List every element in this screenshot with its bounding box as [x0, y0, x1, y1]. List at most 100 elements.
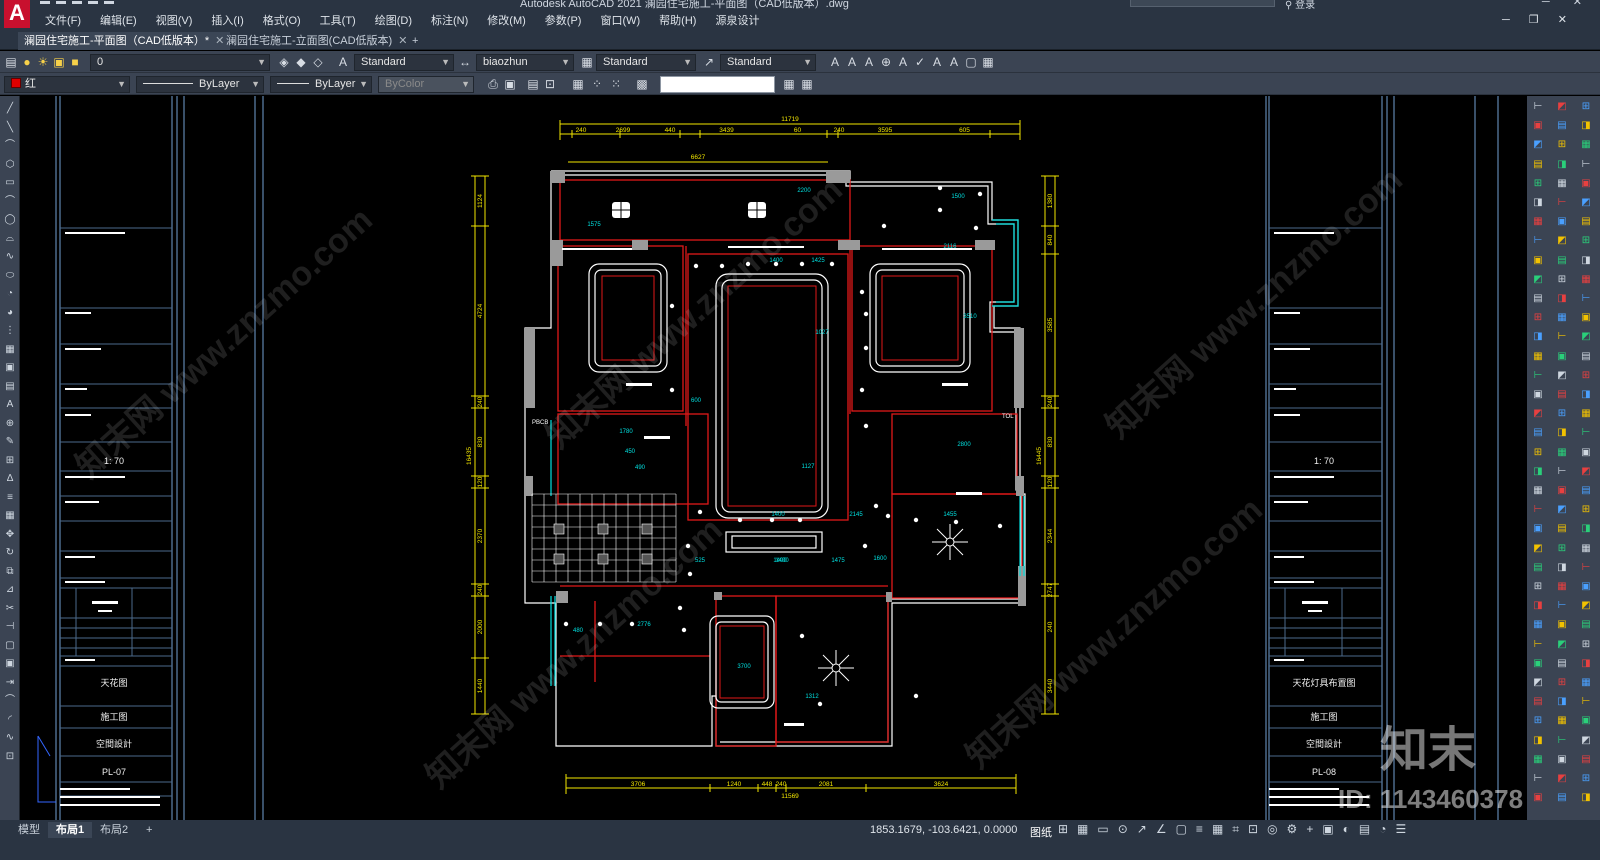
dim-style-icon[interactable]: ↔	[458, 55, 472, 69]
modify-tool-icon[interactable]: ▤	[1531, 292, 1545, 306]
quick-access-toolbar[interactable]: ▬▬▬▬▬	[40, 0, 120, 7]
tab-plan-drawing[interactable]: 澜园住宅施工-平面图（CAD低版本）* ✕	[18, 32, 231, 50]
modify-tool-icon[interactable]: ⊞	[1531, 446, 1545, 460]
table-style-dropdown[interactable]: Standard ▼	[596, 54, 696, 71]
layer-dropdown[interactable]: 0 ▼	[90, 54, 270, 71]
menu-item-file[interactable]: 文件(F)	[45, 12, 81, 28]
modify-tool-icon[interactable]: ⊢	[1555, 196, 1569, 210]
new-tab-button[interactable]: +	[406, 32, 424, 50]
modify-tool-icon[interactable]: ◨	[1579, 657, 1593, 671]
modify-tool-icon[interactable]: ◨	[1579, 254, 1593, 268]
modify-tool-icon[interactable]: ▣	[1555, 484, 1569, 498]
modify-tool-icon[interactable]: ⊞	[1579, 234, 1593, 248]
text-style-icon[interactable]: A	[336, 55, 350, 69]
multileader-style-icon[interactable]: ↗	[702, 55, 716, 69]
modify-tool-icon[interactable]: ◩	[1555, 503, 1569, 517]
modify-tool-icon[interactable]: ▤	[1531, 695, 1545, 709]
grid-toggle-icon[interactable]: ▦	[782, 77, 796, 91]
text-icon[interactable]: A	[828, 55, 842, 69]
draw-tool-icon[interactable]: ⊿	[3, 583, 17, 597]
table-style-icon[interactable]: ▦	[580, 55, 594, 69]
plot-preview-icon[interactable]: ▤	[526, 77, 540, 91]
spell-check-icon[interactable]: ✓	[913, 55, 927, 69]
modify-tool-icon[interactable]: ◩	[1531, 407, 1545, 421]
menu-item-draw[interactable]: 绘图(D)	[375, 12, 412, 28]
modify-tool-icon[interactable]: ◨	[1579, 388, 1593, 402]
workspace-icon[interactable]: ▩	[635, 77, 649, 91]
modify-tool-icon[interactable]: ▣	[1579, 177, 1593, 191]
modify-tool-icon[interactable]: ⊞	[1555, 676, 1569, 690]
modify-tool-icon[interactable]: ◨	[1579, 791, 1593, 805]
modify-tool-icon[interactable]: ▦	[1555, 580, 1569, 594]
modify-tool-icon[interactable]: ◨	[1579, 522, 1593, 536]
modify-tool-icon[interactable]: ⊞	[1555, 407, 1569, 421]
autocad-logo-icon[interactable]: A	[4, 0, 30, 28]
modify-tool-icon[interactable]: ▤	[1555, 254, 1569, 268]
modify-tool-icon[interactable]: ◨	[1555, 292, 1569, 306]
menu-item-view[interactable]: 视图(V)	[156, 12, 193, 28]
modify-tool-icon[interactable]: ◨	[1555, 158, 1569, 172]
draw-tool-icon[interactable]: ∆	[3, 472, 17, 486]
draw-tool-icon[interactable]: ▦	[3, 509, 17, 523]
draw-tool-icon[interactable]: ▦	[3, 343, 17, 357]
modify-tool-icon[interactable]: ◩	[1555, 369, 1569, 383]
modify-tool-icon[interactable]: ▦	[1531, 215, 1545, 229]
modify-tool-icon[interactable]: ◨	[1531, 465, 1545, 479]
modify-tool-icon[interactable]: ⊞	[1531, 580, 1545, 594]
modify-tool-icon[interactable]: ⊞	[1555, 138, 1569, 152]
drawing-canvas[interactable]: 1: 70 天花图 施工图 空間設計 PL-07 1: 70 天花灯具布置图 施…	[20, 96, 1527, 820]
menu-item-insert[interactable]: 插入(I)	[211, 12, 243, 28]
modify-tool-icon[interactable]: ▤	[1555, 522, 1569, 536]
text-convert-icon[interactable]: A	[930, 55, 944, 69]
add-layout-button[interactable]: +	[138, 822, 160, 838]
menu-item-edit[interactable]: 编辑(E)	[100, 12, 137, 28]
modify-tool-icon[interactable]: ⊞	[1531, 714, 1545, 728]
modify-tool-icon[interactable]: ◩	[1579, 734, 1593, 748]
layer-previous-icon[interactable]: ◆	[294, 55, 308, 69]
draw-tool-icon[interactable]: ⊡	[3, 750, 17, 764]
draw-tool-icon[interactable]: ✎	[3, 435, 17, 449]
modify-tool-icon[interactable]: ◩	[1555, 234, 1569, 248]
window-controls[interactable]: ─ ✕	[1542, 0, 1592, 8]
modify-tool-icon[interactable]: ◨	[1555, 426, 1569, 440]
modify-tool-icon[interactable]: ◩	[1555, 772, 1569, 786]
tab-layout2[interactable]: 布局2	[92, 822, 136, 838]
modify-tool-icon[interactable]: ▣	[1555, 215, 1569, 229]
modify-tool-icon[interactable]: ◨	[1531, 196, 1545, 210]
find-icon[interactable]: ⊕	[879, 55, 893, 69]
modify-tool-icon[interactable]: ◨	[1555, 561, 1569, 575]
menu-item-parametric[interactable]: 参数(P)	[545, 12, 582, 28]
modify-tool-icon[interactable]: ◨	[1531, 734, 1545, 748]
modify-tool-icon[interactable]: ⊞	[1555, 542, 1569, 556]
draw-tool-icon[interactable]: ⇥	[3, 676, 17, 690]
modify-tool-icon[interactable]: ⊢	[1555, 330, 1569, 344]
modify-tool-icon[interactable]: ▦	[1531, 618, 1545, 632]
modify-tool-icon[interactable]: ⊢	[1555, 734, 1569, 748]
group-edit-icon[interactable]: ⁙	[609, 77, 623, 91]
modify-tool-icon[interactable]: ▦	[1579, 676, 1593, 690]
modify-tool-icon[interactable]: ▦	[1555, 177, 1569, 191]
modify-tool-icon[interactable]: ▤	[1555, 388, 1569, 402]
modify-tool-icon[interactable]: ⊢	[1555, 599, 1569, 613]
modify-tool-icon[interactable]: ⊞	[1531, 311, 1545, 325]
user-signin[interactable]: ⚲ 登录	[1285, 0, 1315, 10]
text-edit-icon[interactable]: A	[845, 55, 859, 69]
modify-tool-icon[interactable]: ▣	[1531, 791, 1545, 805]
layer-properties-icon[interactable]: ▤	[4, 55, 18, 69]
modify-tool-icon[interactable]: ▤	[1555, 657, 1569, 671]
group-icon[interactable]: ▦	[571, 77, 585, 91]
draw-tool-icon[interactable]: ▢	[3, 639, 17, 653]
draw-tool-icon[interactable]: ⊕	[3, 417, 17, 431]
modify-tool-icon[interactable]: ▣	[1531, 657, 1545, 671]
modify-tool-icon[interactable]: ◩	[1579, 330, 1593, 344]
lineweight-dropdown[interactable]: ByLayer ▼	[270, 76, 372, 93]
modify-tool-icon[interactable]: ⊢	[1579, 561, 1593, 575]
modify-tool-icon[interactable]: ▣	[1555, 350, 1569, 364]
modify-tool-icon[interactable]: ▣	[1531, 254, 1545, 268]
publish-icon[interactable]: ▣	[503, 77, 517, 91]
modify-tool-icon[interactable]: ⊞	[1579, 100, 1593, 114]
modify-tool-icon[interactable]: ▦	[1555, 311, 1569, 325]
modify-tool-icon[interactable]: ⊢	[1531, 234, 1545, 248]
search-input[interactable]	[1130, 0, 1275, 7]
text-frame-icon[interactable]: ▢	[964, 55, 978, 69]
